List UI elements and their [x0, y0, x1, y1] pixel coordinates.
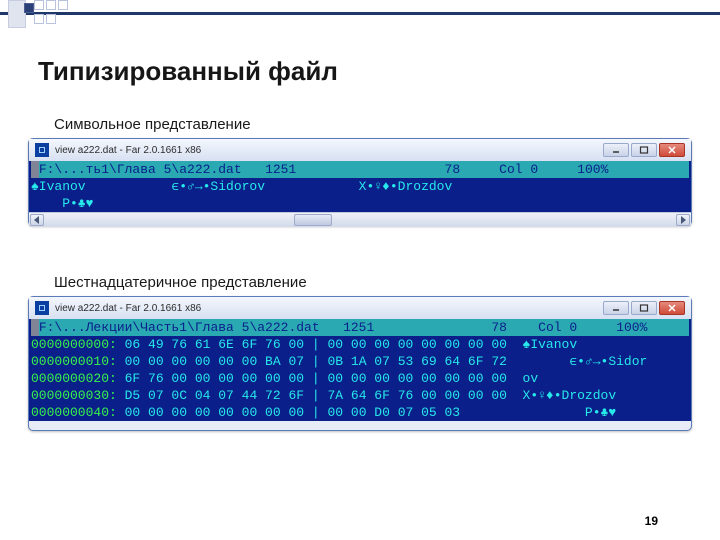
content-row: P•♣♥: [31, 195, 689, 212]
content-row: ♠Ivanov ϵ•♂→•Sidorov X•♀♦•Drozdov: [31, 178, 689, 195]
cursor: [31, 161, 39, 178]
close-button[interactable]: [659, 301, 685, 315]
maximize-button[interactable]: [631, 301, 657, 315]
hex-row: 0000000020: 6F 76 00 00 00 00 00 00 | 00…: [31, 370, 689, 387]
far-char-window: view a222.dat - Far 2.0.1661 x86 F:\...т…: [28, 138, 692, 226]
scroll-thumb[interactable]: [294, 214, 332, 226]
status-line: F:\...Лекции\Часть1\Глава 5\a222.dat 125…: [31, 319, 689, 336]
hex-row: 0000000030: D5 07 0C 04 07 44 72 6F | 7A…: [31, 387, 689, 404]
cursor: [31, 319, 39, 336]
app-icon: [35, 143, 49, 157]
minimize-button[interactable]: [603, 301, 629, 315]
hex-row: 0000000000: 06 49 76 61 6E 6F 76 00 | 00…: [31, 336, 689, 353]
slide-title: Типизированный файл: [38, 56, 338, 87]
hex-row: 0000000040: 00 00 00 00 00 00 00 00 | 00…: [31, 404, 689, 421]
terminal-area: F:\...ть1\Глава 5\a222.dat 1251 78 Col 0…: [29, 161, 691, 212]
hex-view-label: Шестнадцатеричное представление: [54, 274, 307, 291]
scroll-left-button[interactable]: [30, 214, 44, 226]
close-button[interactable]: [659, 143, 685, 157]
scroll-right-button[interactable]: [676, 214, 690, 226]
horizontal-scrollbar[interactable]: [29, 212, 691, 227]
titlebar: view a222.dat - Far 2.0.1661 x86: [29, 297, 691, 319]
maximize-button[interactable]: [631, 143, 657, 157]
hex-row: 0000000010: 00 00 00 00 00 00 BA 07 | 0B…: [31, 353, 689, 370]
page-number: 19: [645, 514, 658, 528]
window-title: view a222.dat - Far 2.0.1661 x86: [55, 303, 603, 314]
window-title: view a222.dat - Far 2.0.1661 x86: [55, 145, 603, 156]
status-line: F:\...ть1\Глава 5\a222.dat 1251 78 Col 0…: [31, 161, 689, 178]
slide-decoration: [0, 0, 720, 40]
app-icon: [35, 301, 49, 315]
far-hex-window: view a222.dat - Far 2.0.1661 x86 F:\...Л…: [28, 296, 692, 431]
terminal-area: F:\...Лекции\Часть1\Глава 5\a222.dat 125…: [29, 319, 691, 421]
minimize-button[interactable]: [603, 143, 629, 157]
titlebar: view a222.dat - Far 2.0.1661 x86: [29, 139, 691, 161]
char-view-label: Символьное представление: [54, 116, 251, 133]
